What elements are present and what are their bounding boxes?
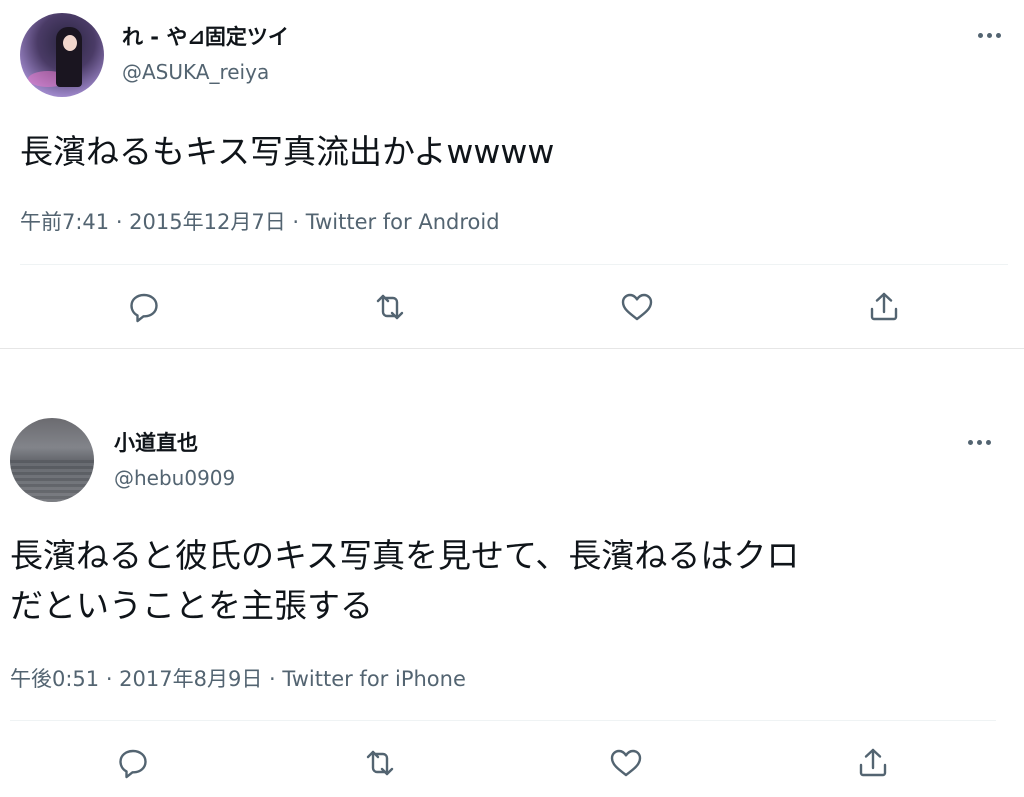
avatar-face (63, 35, 77, 51)
display-name[interactable]: れ - や⊿固定ツイ (122, 21, 289, 51)
tweet-text-line: 長濱ねると彼氏のキス写真を見せて、長濱ねるはクロ (10, 536, 800, 575)
divider (20, 264, 1008, 265)
avatar[interactable] (10, 418, 94, 502)
heart-icon[interactable] (606, 743, 646, 783)
heart-icon[interactable] (617, 287, 657, 327)
divider (10, 720, 996, 721)
tweet-card[interactable]: れ - や⊿固定ツイ @ASUKA_reiya 長濱ねるもキス写真流出かよwww… (0, 0, 1024, 348)
more-dots-icon[interactable] (978, 30, 1006, 40)
tweet-separator (0, 348, 1024, 349)
reply-icon[interactable] (113, 743, 153, 783)
tweet-text-line: だということを主張する (10, 586, 373, 625)
user-handle[interactable]: @hebu0909 (114, 466, 235, 490)
user-handle[interactable]: @ASUKA_reiya (122, 60, 269, 84)
tweet-timestamp[interactable]: 午後0:51 · 2017年8月9日 · Twitter for iPhone (10, 663, 466, 693)
display-name[interactable]: 小道直也 (114, 427, 198, 457)
avatar[interactable] (20, 13, 104, 97)
reply-icon[interactable] (124, 287, 164, 327)
retweet-icon[interactable] (370, 287, 410, 327)
avatar-sea (10, 460, 94, 502)
tweet-timestamp[interactable]: 午前7:41 · 2015年12月7日 · Twitter for Androi… (20, 206, 500, 236)
tweet-card[interactable]: 小道直也 @hebu0909 長濱ねると彼氏のキス写真を見せて、長濱ねるはクロ … (0, 404, 1024, 797)
retweet-icon[interactable] (360, 743, 400, 783)
more-dots-icon[interactable] (968, 437, 996, 447)
tweet-text: 長濱ねるもキス写真流出かよwwww (20, 132, 555, 171)
share-icon[interactable] (853, 743, 893, 783)
share-icon[interactable] (864, 287, 904, 327)
